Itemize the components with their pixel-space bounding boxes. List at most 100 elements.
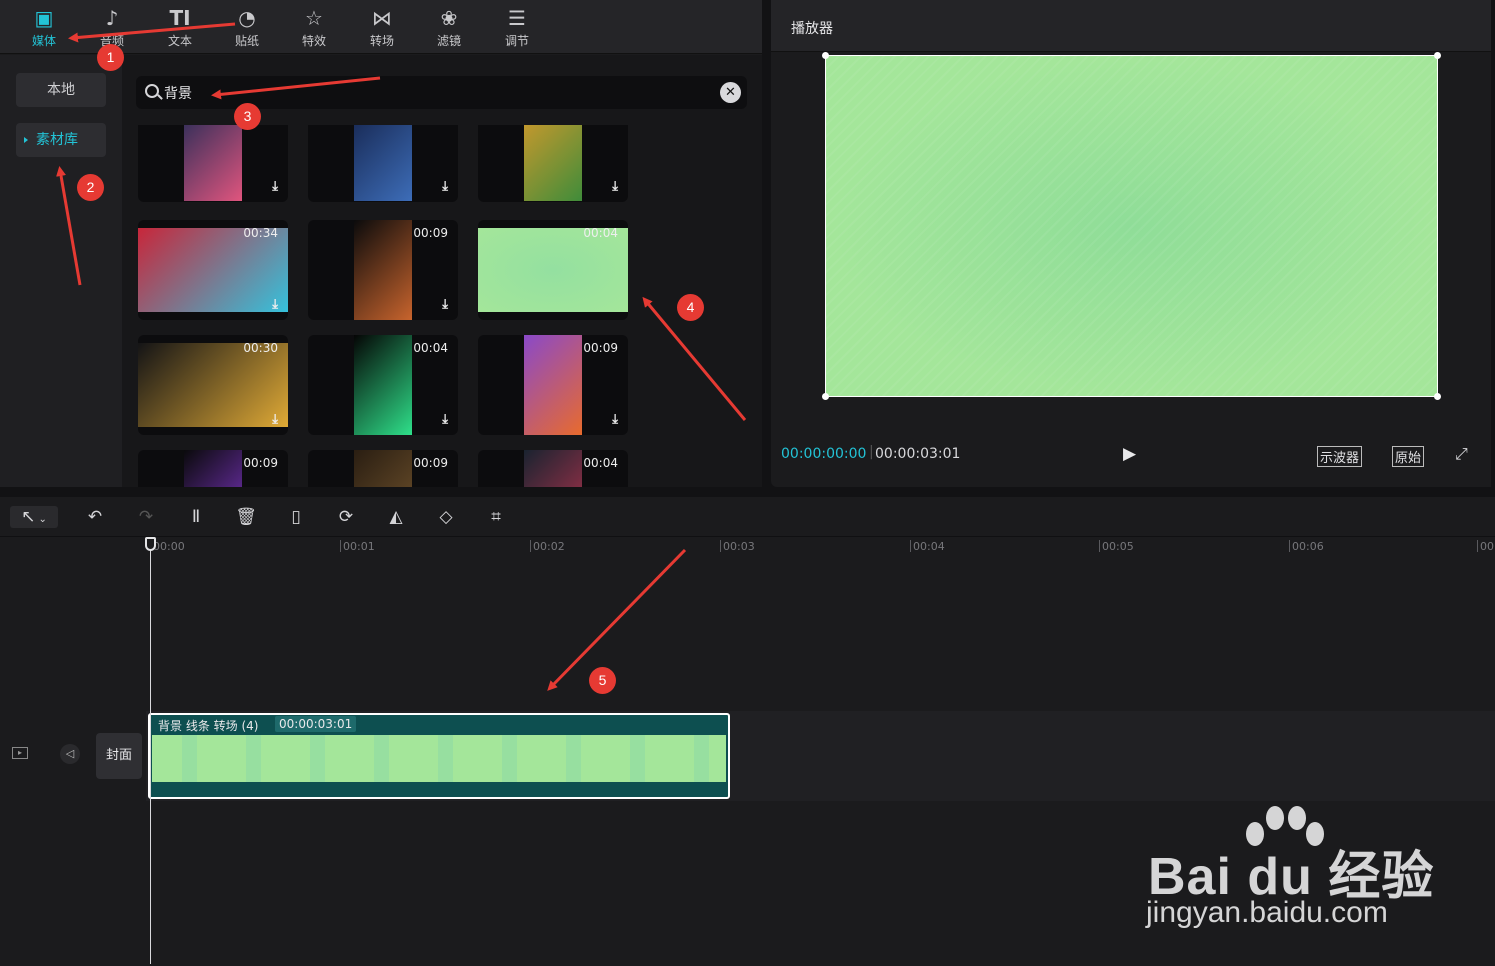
card-duration: 00:09 (583, 341, 618, 355)
card-thumbnail (184, 125, 242, 201)
filter-icon: ❀ (440, 6, 458, 30)
play-button[interactable]: ▶ (1123, 444, 1136, 464)
rotate-icon[interactable]: ◇ (435, 506, 457, 528)
library-card[interactable]: 00:30 ⤓ (138, 335, 288, 435)
card-duration: 00:09 (413, 456, 448, 470)
tab-transition-label: 转场 (369, 34, 394, 48)
card-duration: 00:04 (583, 226, 618, 240)
playhead-line[interactable] (150, 539, 151, 964)
library-card[interactable]: ⤓ (308, 125, 458, 202)
tab-filter[interactable]: ❀ 滤镜 (419, 4, 479, 52)
fullscreen-icon[interactable]: ⤢ (1455, 444, 1468, 464)
sidebar-item-library[interactable]: 素材库 (16, 123, 106, 157)
track-video-icon[interactable]: ▸ (12, 747, 28, 759)
sidebar-item-label: 素材库 (36, 132, 78, 148)
timeline-ruler[interactable]: 00:00 00:01 00:02 00:03 00:04 00:05 00:0… (0, 537, 1495, 557)
time-divider: | (869, 444, 874, 460)
download-icon[interactable]: ⤓ (612, 179, 618, 194)
play-square-icon: ▣ (34, 6, 54, 30)
tab-effects[interactable]: ☆ 特效 (284, 4, 344, 52)
resize-handle[interactable] (822, 393, 829, 400)
media-panel: ▣ 媒体 ♪ 音频 TI 文本 ◔ 贴纸 ☆ 特效 ⋈ 转场 ❀ 滤镜 ☰ 调节 (0, 0, 762, 487)
text-icon: TI (169, 6, 191, 30)
library-card[interactable]: 00:34 ⤓ (138, 220, 288, 320)
cover-button[interactable]: 封面 (96, 733, 142, 779)
clear-search-button[interactable]: ✕ (720, 82, 741, 103)
media-sidebar: 本地 素材库 (0, 55, 122, 487)
ruler-label: 00:01 (340, 540, 375, 553)
player-controls: 00:00:00:00 | 00:00:03:01 ▶ 示波器 原始 ⤢ (771, 440, 1491, 470)
transition-icon: ⋈ (372, 6, 392, 30)
player-title: 播放器 (791, 21, 833, 37)
delete-icon[interactable]: 🗑 (235, 506, 257, 528)
card-thumbnail (354, 450, 412, 487)
download-icon[interactable]: ⤓ (442, 297, 448, 312)
tab-filter-label: 滤镜 (436, 34, 461, 48)
track-audio-icon[interactable]: ◁ (60, 744, 80, 764)
library-card[interactable]: 00:09 ⤓ (308, 220, 458, 320)
card-duration: 00:04 (583, 456, 618, 470)
chevron-down-icon: ⌄ (35, 514, 47, 525)
card-duration: 00:09 (243, 456, 278, 470)
timeline-toolbar: ↖ ⌄ ↶ ↷ Ⅱ 🗑 ▯ ⟳ ◭ ◇ ⌗ (0, 497, 1495, 537)
timeline-clip[interactable]: 背景 线条 转场 (4) 00:00:03:01 (148, 713, 730, 799)
library-card[interactable]: ⤓ (138, 125, 288, 202)
card-thumbnail (138, 343, 288, 427)
card-thumbnail (478, 228, 628, 312)
playhead-handle[interactable] (145, 537, 156, 551)
download-icon[interactable]: ⤓ (272, 179, 278, 194)
card-thumbnail (354, 220, 412, 320)
download-icon[interactable]: ⤓ (612, 412, 618, 427)
library-card[interactable]: 00:04 (478, 220, 628, 320)
scope-button[interactable]: 示波器 (1317, 446, 1363, 467)
clip-duration: 00:00:03:01 (275, 716, 357, 732)
player-panel: 播放器 00:00:00:00 | 00:00:03:01 ▶ 示波器 原始 ⤢ (771, 0, 1491, 487)
ruler-label: 00 (1477, 540, 1494, 553)
mirror-icon[interactable]: ◭ (385, 506, 407, 528)
select-tool-dropdown[interactable]: ↖ ⌄ (10, 506, 58, 528)
baidu-watermark: Bai du 经验 jingyan.baidu.com (1140, 800, 1440, 940)
library-card[interactable]: ⤓ (478, 125, 628, 202)
undo-icon[interactable]: ↶ (84, 506, 106, 528)
resize-handle[interactable] (1434, 52, 1441, 59)
sparkle-icon: ☆ (305, 6, 323, 30)
reverse-icon[interactable]: ⟳ (335, 506, 357, 528)
tab-media[interactable]: ▣ 媒体 (14, 4, 74, 52)
resize-handle[interactable] (1434, 393, 1441, 400)
library-card[interactable]: 00:04 (478, 450, 628, 487)
download-icon[interactable]: ⤓ (272, 297, 278, 312)
card-thumbnail (354, 335, 412, 435)
ruler-label: 00:06 (1289, 540, 1324, 553)
watermark-url: jingyan.baidu.com (1146, 896, 1388, 929)
library-grid: ✕ ⤓ ⤓ ⤓ 00:34 ⤓ 00:09 ⤓ 00:04 00:30 ⤓ 00:04 ⤓ 00:09 ⤓… (122, 55, 762, 487)
library-card[interactable]: 00:04 ⤓ (308, 335, 458, 435)
tab-transition[interactable]: ⋈ 转场 (352, 4, 412, 52)
card-thumbnail (524, 335, 582, 435)
sticker-icon: ◔ (238, 6, 256, 30)
tab-sticker[interactable]: ◔ 贴纸 (217, 4, 277, 52)
library-card[interactable]: 00:09 (308, 450, 458, 487)
split-icon[interactable]: Ⅱ (185, 506, 207, 528)
annotation-badge: 5 (589, 667, 616, 694)
resize-handle[interactable] (822, 52, 829, 59)
download-icon[interactable]: ⤓ (442, 412, 448, 427)
card-thumbnail (524, 450, 582, 487)
freeze-icon[interactable]: ▯ (285, 506, 307, 528)
crop-icon[interactable]: ⌗ (485, 506, 507, 528)
download-icon[interactable]: ⤓ (442, 179, 448, 194)
tab-text[interactable]: TI 文本 (150, 4, 210, 52)
tab-adjust[interactable]: ☰ 调节 (487, 4, 547, 52)
redo-icon[interactable]: ↷ (135, 506, 157, 528)
preview-canvas[interactable] (822, 52, 1441, 400)
annotation-badge: 2 (77, 174, 104, 201)
tab-sticker-label: 贴纸 (234, 34, 259, 48)
library-card[interactable]: 00:09 (138, 450, 288, 487)
original-ratio-button[interactable]: 原始 (1392, 446, 1425, 467)
library-card[interactable]: 00:09 ⤓ (478, 335, 628, 435)
card-thumbnail (184, 450, 242, 487)
download-icon[interactable]: ⤓ (272, 412, 278, 427)
ruler-label: 00:05 (1099, 540, 1134, 553)
sidebar-item-local[interactable]: 本地 (16, 73, 106, 107)
search-bar: ✕ (136, 76, 747, 109)
tab-effects-label: 特效 (301, 34, 326, 48)
